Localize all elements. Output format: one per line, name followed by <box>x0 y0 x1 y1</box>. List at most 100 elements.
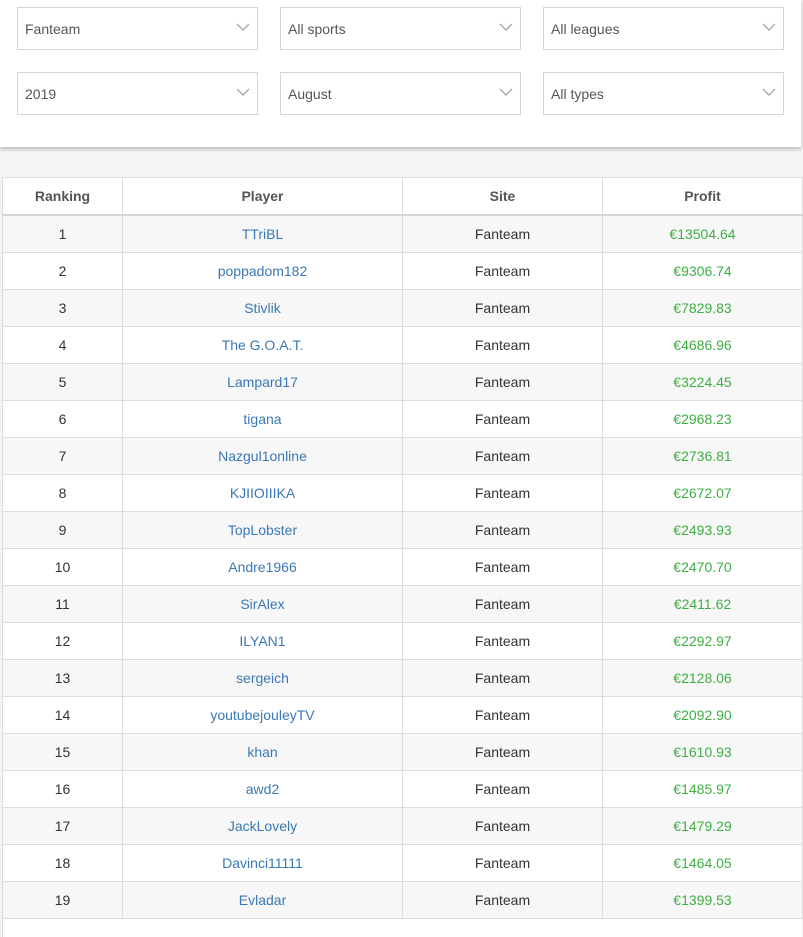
player-link[interactable]: youtubejouleyTV <box>122 696 403 734</box>
chevron-down-icon <box>762 87 776 97</box>
type-select[interactable]: All types <box>543 72 784 115</box>
rank-cell: 6 <box>2 400 123 438</box>
column-header-profit[interactable]: Profit <box>602 177 803 216</box>
profit-cell: €2968.23 <box>602 400 803 438</box>
rank-cell: 16 <box>2 770 123 808</box>
column-header-player[interactable]: Player <box>122 177 403 216</box>
table-row: 12 ILYAN1 Fanteam €2292.97 <box>2 622 803 660</box>
rank-cell: 18 <box>2 844 123 882</box>
table-row: 1 TTriBL Fanteam €13504.64 <box>2 214 803 253</box>
player-link[interactable]: TopLobster <box>122 511 403 549</box>
rank-cell: 14 <box>2 696 123 734</box>
leaderboard-table-container: Ranking Player Site Profit 1 TTriBL Fantea… <box>2 177 803 937</box>
rank-cell: 17 <box>2 807 123 845</box>
player-link[interactable]: TTriBL <box>122 214 403 253</box>
player-link[interactable]: Evladar <box>122 881 403 919</box>
player-link[interactable]: ILYAN1 <box>122 622 403 660</box>
profit-cell: €1464.05 <box>602 844 803 882</box>
site-cell: Fanteam <box>402 548 603 586</box>
profit-cell: €2128.06 <box>602 659 803 697</box>
year-select[interactable]: 2019 <box>17 72 258 115</box>
site-cell: Fanteam <box>402 214 603 253</box>
table-row: 7 Nazgul1online Fanteam €2736.81 <box>2 437 803 475</box>
rank-cell: 15 <box>2 733 123 771</box>
chevron-down-icon <box>499 87 513 97</box>
player-link[interactable]: KJIIOIIIKA <box>122 474 403 512</box>
sport-select[interactable]: All sports <box>280 7 521 50</box>
profit-cell: €2672.07 <box>602 474 803 512</box>
table-row: 18 Davinci11111 Fanteam €1464.05 <box>2 844 803 882</box>
rank-cell: 8 <box>2 474 123 512</box>
rank-cell: 10 <box>2 548 123 586</box>
site-cell: Fanteam <box>402 881 603 919</box>
rank-cell: 1 <box>2 214 123 253</box>
table-row: 9 TopLobster Fanteam €2493.93 <box>2 511 803 549</box>
rank-cell: 4 <box>2 326 123 364</box>
site-cell: Fanteam <box>402 770 603 808</box>
profit-cell: €1479.29 <box>602 807 803 845</box>
profit-cell: €1610.93 <box>602 733 803 771</box>
player-link[interactable]: sergeich <box>122 659 403 697</box>
profit-cell: €2493.93 <box>602 511 803 549</box>
league-select-value: All leagues <box>551 21 620 37</box>
player-link[interactable]: JackLovely <box>122 807 403 845</box>
profit-cell: €2470.70 <box>602 548 803 586</box>
month-select[interactable]: August <box>280 72 521 115</box>
chevron-down-icon <box>236 22 250 32</box>
player-link[interactable]: khan <box>122 733 403 771</box>
table-row: 4 The G.O.A.T. Fanteam €4686.96 <box>2 326 803 364</box>
profit-cell: €2736.81 <box>602 437 803 475</box>
player-link[interactable]: SirAlex <box>122 585 403 623</box>
site-cell: Fanteam <box>402 844 603 882</box>
site-select[interactable]: Fanteam <box>17 7 258 50</box>
profit-cell: €2292.97 <box>602 622 803 660</box>
profit-cell: €1399.53 <box>602 881 803 919</box>
profit-cell: €9306.74 <box>602 252 803 290</box>
table-row: 5 Lampard17 Fanteam €3224.45 <box>2 363 803 401</box>
table-row: 15 khan Fanteam €1610.93 <box>2 733 803 771</box>
player-link[interactable]: tigana <box>122 400 403 438</box>
player-link[interactable]: Nazgul1online <box>122 437 403 475</box>
column-header-ranking[interactable]: Ranking <box>2 177 123 216</box>
profit-cell: €2092.90 <box>602 696 803 734</box>
site-cell: Fanteam <box>402 659 603 697</box>
column-header-site[interactable]: Site <box>402 177 603 216</box>
rank-cell: 9 <box>2 511 123 549</box>
site-cell: Fanteam <box>402 585 603 623</box>
rank-cell: 3 <box>2 289 123 327</box>
table-row: 8 KJIIOIIIKA Fanteam €2672.07 <box>2 474 803 512</box>
site-cell: Fanteam <box>402 696 603 734</box>
player-link[interactable]: Lampard17 <box>122 363 403 401</box>
site-cell: Fanteam <box>402 474 603 512</box>
table-row: 19 Evladar Fanteam €1399.53 <box>2 881 803 919</box>
player-link[interactable]: The G.O.A.T. <box>122 326 403 364</box>
site-cell: Fanteam <box>402 326 603 364</box>
profit-cell: €2411.62 <box>602 585 803 623</box>
player-link[interactable]: Andre1966 <box>122 548 403 586</box>
table-row: 2 poppadom182 Fanteam €9306.74 <box>2 252 803 290</box>
table-row: 10 Andre1966 Fanteam €2470.70 <box>2 548 803 586</box>
player-link[interactable]: Davinci11111 <box>122 844 403 882</box>
rank-cell: 19 <box>2 881 123 919</box>
table-row: 6 tigana Fanteam €2968.23 <box>2 400 803 438</box>
chevron-down-icon <box>499 22 513 32</box>
profit-cell: €3224.45 <box>602 363 803 401</box>
table-row: 16 awd2 Fanteam €1485.97 <box>2 770 803 808</box>
league-select[interactable]: All leagues <box>543 7 784 50</box>
rank-cell: 13 <box>2 659 123 697</box>
profit-cell: €1485.97 <box>602 770 803 808</box>
month-select-value: August <box>288 86 332 102</box>
year-select-value: 2019 <box>25 86 57 102</box>
player-link[interactable]: poppadom182 <box>122 252 403 290</box>
site-cell: Fanteam <box>402 733 603 771</box>
table-row: 13 sergeich Fanteam €2128.06 <box>2 659 803 697</box>
rank-cell: 7 <box>2 437 123 475</box>
leaderboard-table: Ranking Player Site Profit 1 TTriBL Fantea… <box>2 177 803 919</box>
type-select-value: All types <box>551 86 604 102</box>
player-link[interactable]: awd2 <box>122 770 403 808</box>
site-select-value: Fanteam <box>25 21 81 37</box>
site-cell: Fanteam <box>402 437 603 475</box>
site-cell: Fanteam <box>402 289 603 327</box>
table-row: 14 youtubejouleyTV Fanteam €2092.90 <box>2 696 803 734</box>
player-link[interactable]: Stivlik <box>122 289 403 327</box>
